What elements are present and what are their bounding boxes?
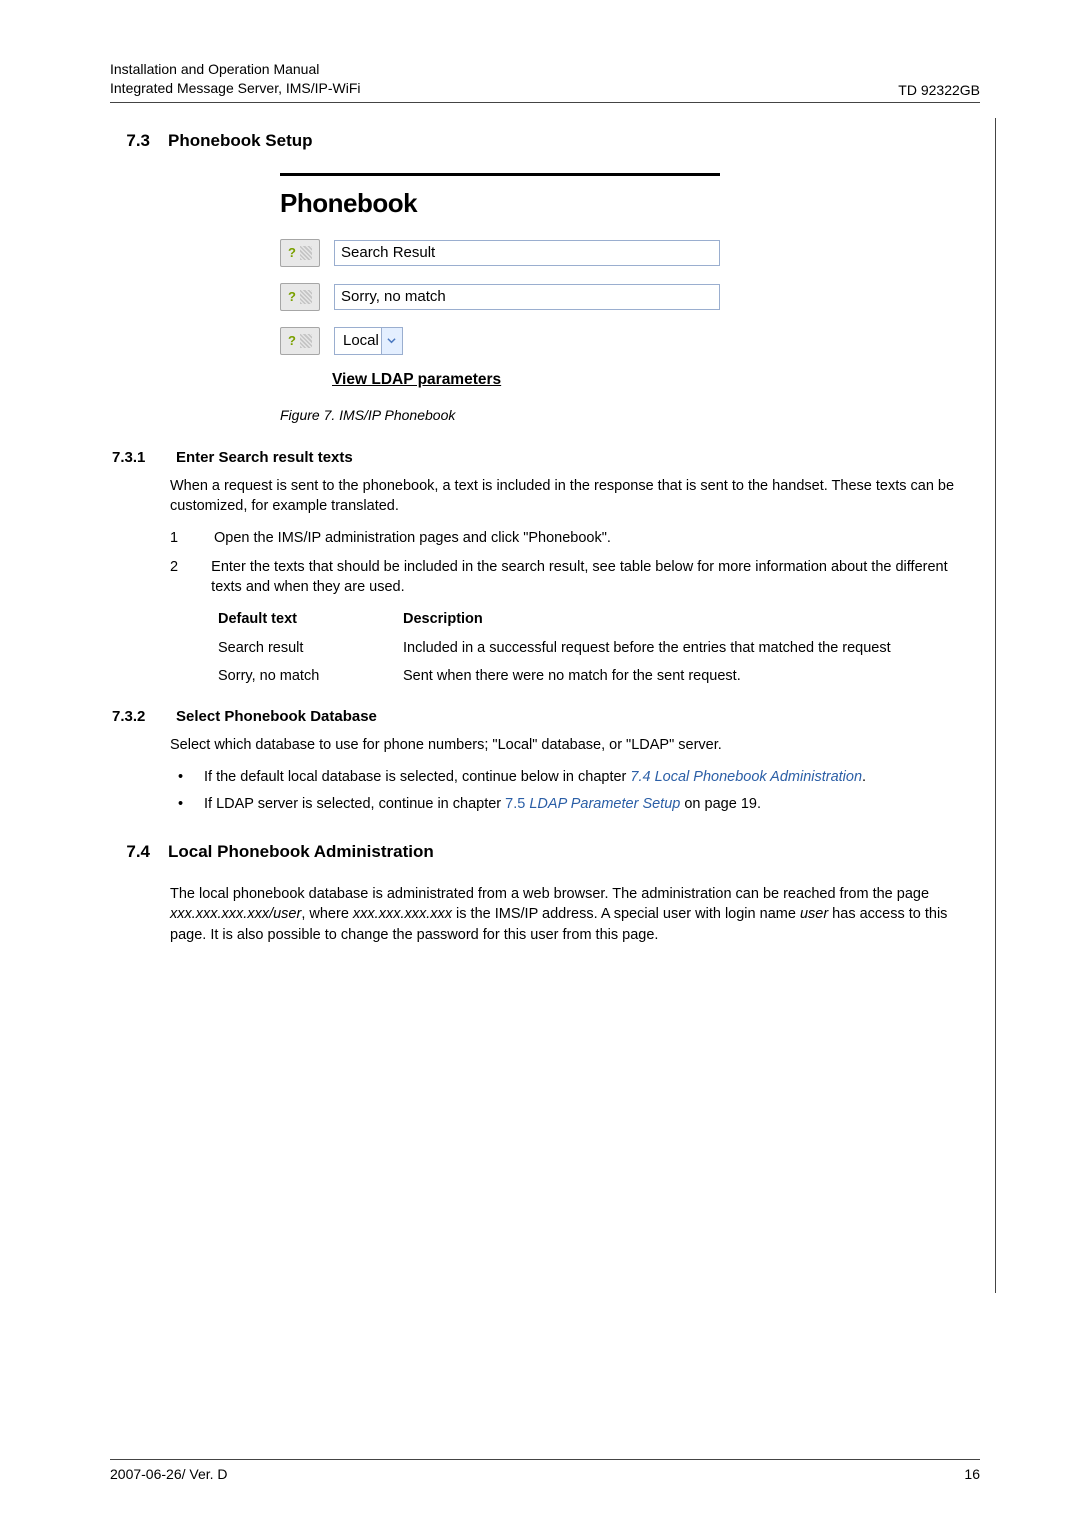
sec731-intro: When a request is sent to the phonebook,…: [170, 476, 980, 517]
page-header: Installation and Operation Manual Integr…: [110, 60, 980, 103]
defaults-table: Default text Description Search result I…: [218, 609, 980, 686]
table-header-default: Default text: [218, 609, 403, 629]
chevron-down-icon: [381, 328, 402, 354]
help-drag-handle-1[interactable]: ?: [280, 239, 320, 267]
table-cell: Search result: [218, 638, 403, 658]
bullet-item-1: If the default local database is selecte…: [204, 767, 866, 787]
section-title: Phonebook Setup: [168, 131, 313, 151]
bullet-icon: •: [178, 767, 192, 787]
page-footer: 2007-06-26/ Ver. D 16: [110, 1459, 980, 1482]
figure-caption: Figure 7. IMS/IP Phonebook: [280, 407, 980, 423]
section-7-3-1-heading: 7.3.1 Enter Search result texts: [110, 449, 980, 466]
header-line2: Integrated Message Server, IMS/IP-WiFi: [110, 79, 361, 98]
database-select-value: Local: [343, 332, 379, 349]
section-number: 7.4: [110, 842, 150, 862]
subsection-number: 7.3.1: [110, 449, 164, 466]
section-7-4-heading: 7.4 Local Phonebook Administration: [110, 842, 980, 862]
link-ldap-setup[interactable]: LDAP Parameter Setup: [529, 796, 680, 812]
list-number-2: 2: [170, 557, 183, 598]
search-result-input[interactable]: [334, 240, 720, 266]
sec74-paragraph: The local phonebook database is administ…: [170, 884, 980, 945]
link-ldap-setup-num[interactable]: 7.5: [505, 796, 529, 812]
link-local-phonebook[interactable]: 7.4 Local Phonebook Administration: [630, 769, 862, 785]
sec732-intro: Select which database to use for phone n…: [170, 735, 980, 755]
subsection-title: Select Phonebook Database: [176, 708, 377, 725]
right-rule: [995, 118, 997, 1293]
phonebook-heading: Phonebook: [280, 173, 720, 219]
help-icon: ?: [288, 334, 296, 347]
table-cell: Sorry, no match: [218, 666, 403, 686]
list-number-1: 1: [170, 528, 186, 548]
subsection-number: 7.3.2: [110, 708, 164, 725]
bullet-item-2: If LDAP server is selected, continue in …: [204, 794, 761, 814]
grip-icon: [300, 290, 312, 304]
section-7-3-heading: 7.3 Phonebook Setup: [110, 131, 980, 151]
list-item-1: Open the IMS/IP administration pages and…: [214, 528, 611, 548]
view-ldap-parameters-link[interactable]: View LDAP parameters: [332, 371, 720, 389]
list-item-2: Enter the texts that should be included …: [211, 557, 980, 598]
table-header-description: Description: [403, 609, 980, 629]
help-icon: ?: [288, 246, 296, 259]
help-drag-handle-3[interactable]: ?: [280, 327, 320, 355]
section-7-3-2-heading: 7.3.2 Select Phonebook Database: [110, 708, 980, 725]
bullet-icon: •: [178, 794, 192, 814]
help-drag-handle-2[interactable]: ?: [280, 283, 320, 311]
section-title: Local Phonebook Administration: [168, 842, 434, 862]
header-line1: Installation and Operation Manual: [110, 60, 361, 79]
footer-page-number: 16: [964, 1466, 980, 1482]
no-match-input[interactable]: [334, 284, 720, 310]
phonebook-figure: Phonebook ? ? ? Local: [280, 173, 720, 389]
header-doc-id: TD 92322GB: [898, 82, 980, 98]
grip-icon: [300, 246, 312, 260]
subsection-title: Enter Search result texts: [176, 449, 353, 466]
section-number: 7.3: [110, 131, 150, 151]
footer-date: 2007-06-26/ Ver. D: [110, 1466, 228, 1482]
table-cell: Included in a successful request before …: [403, 638, 980, 658]
database-select[interactable]: Local: [334, 327, 403, 355]
grip-icon: [300, 334, 312, 348]
help-icon: ?: [288, 290, 296, 303]
table-cell: Sent when there were no match for the se…: [403, 666, 980, 686]
